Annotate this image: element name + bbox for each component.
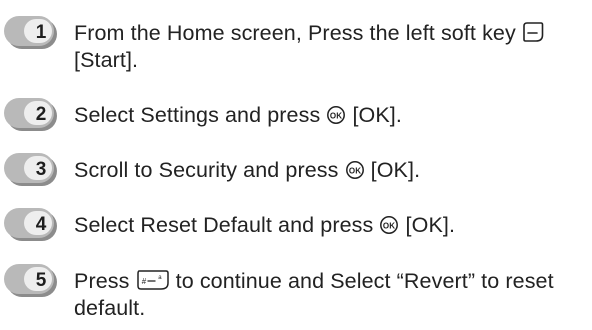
step-number-badge: 4 — [4, 208, 58, 242]
step-text-after: [OK]. — [370, 158, 421, 182]
step-number: 3 — [35, 159, 47, 180]
left-soft-key-icon — [522, 21, 544, 43]
step-text: Select Reset Default and press OK [OK]. — [74, 212, 586, 239]
svg-text:OK: OK — [383, 221, 395, 230]
step-text: From the Home screen, Press the left sof… — [74, 20, 586, 74]
step-text-before: From the Home screen, Press the left sof… — [74, 21, 516, 45]
step-text-before: Select Reset Default and press — [74, 213, 374, 237]
step-number-badge: 3 — [4, 153, 58, 187]
svg-text:a: a — [158, 275, 162, 281]
step-text: Scroll to Security and press OK [OK]. — [74, 157, 586, 184]
right-soft-key-icon: # a — [136, 269, 170, 291]
svg-text:OK: OK — [330, 111, 342, 120]
step-number: 4 — [35, 214, 47, 235]
step-number: 5 — [35, 270, 47, 291]
step-text-before: Scroll to Security and press — [74, 158, 339, 182]
step-text: Select Settings and press OK [OK]. — [74, 102, 586, 129]
step-number-badge: 1 — [4, 16, 58, 50]
ok-key-icon: OK — [326, 105, 346, 125]
svg-text:OK: OK — [348, 166, 360, 175]
step-text-after: [OK]. — [352, 103, 402, 127]
step-number-badge: 2 — [4, 98, 58, 132]
ok-key-icon: OK — [379, 215, 399, 235]
ok-key-icon: OK — [345, 160, 365, 180]
step-text-before: Press — [74, 269, 130, 293]
step-number-badge: 5 — [4, 264, 58, 298]
step-number: 2 — [35, 104, 47, 125]
step-text-after: [OK]. — [405, 213, 456, 237]
step-number: 1 — [35, 22, 47, 43]
step-text: Press # a to continue and Select “Revert… — [74, 268, 586, 322]
svg-text:#: # — [141, 277, 146, 286]
step-text-before: Select Settings and press — [74, 103, 321, 127]
instruction-steps: 1 From the Home screen, Press the left s… — [0, 0, 592, 330]
step-text-after: [Start]. — [74, 48, 139, 72]
